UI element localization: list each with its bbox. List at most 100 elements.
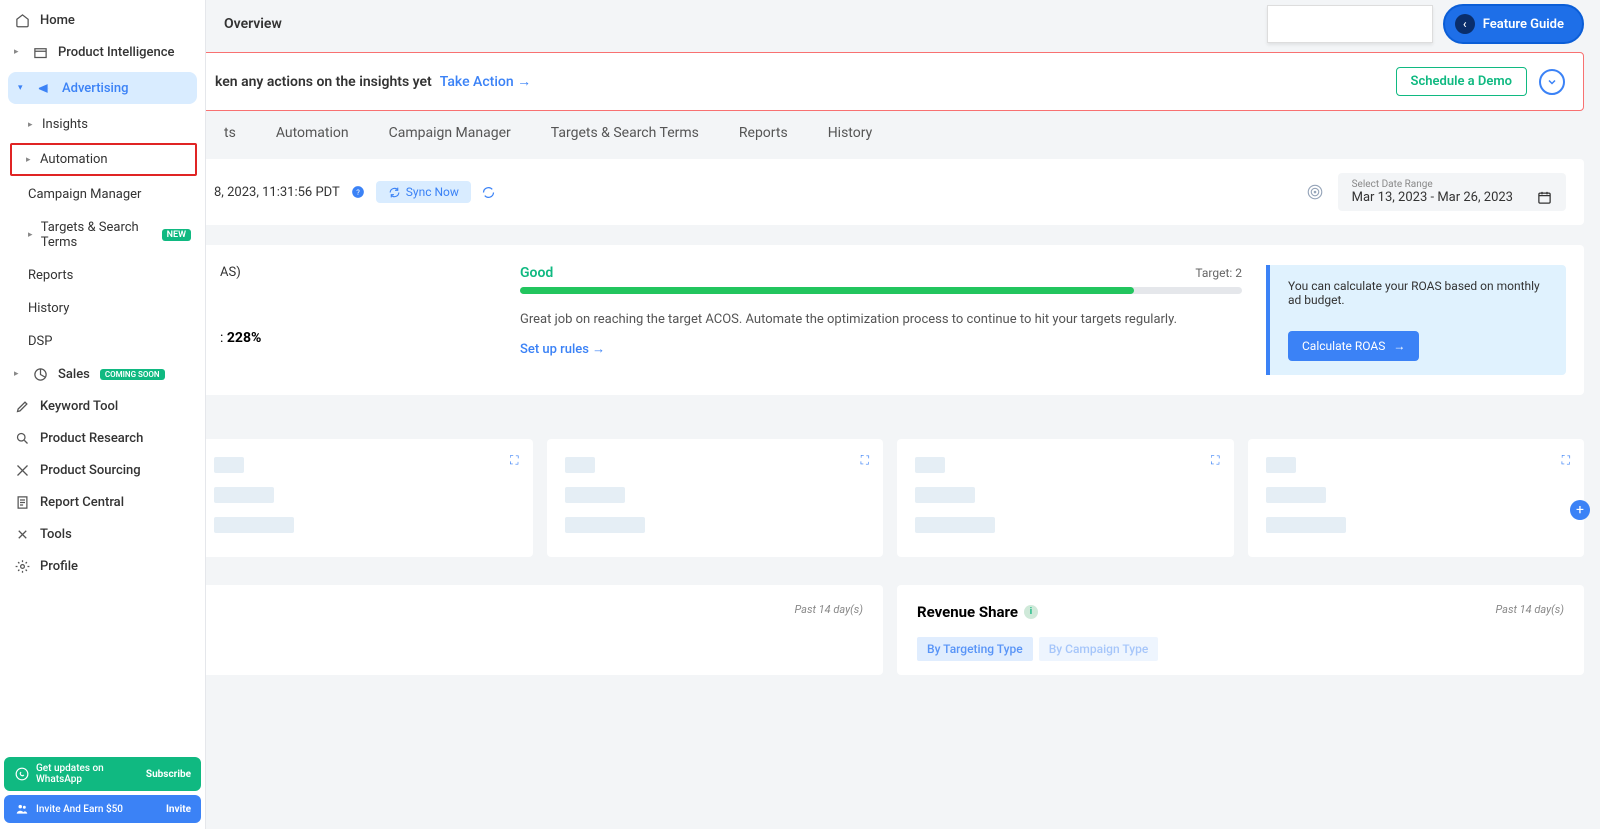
bottom-card-left: Past 14 day(s) (196, 585, 883, 675)
tab-reports[interactable]: Reports (739, 125, 788, 141)
stat-card: ⛶ (196, 439, 533, 557)
whatsapp-icon (14, 766, 30, 782)
search-icon (14, 430, 30, 446)
sub-insights[interactable]: ▸ Insights (0, 108, 205, 141)
invite-promo[interactable]: Invite And Earn $50 Invite (4, 795, 201, 823)
invite-btn[interactable]: Invite (166, 804, 191, 815)
skeleton (915, 517, 995, 533)
nav-keyword-tool[interactable]: Keyword Tool (0, 390, 205, 422)
target-label: Target: 2 (1195, 266, 1242, 280)
nav-home[interactable]: Home (0, 4, 205, 36)
sub-history[interactable]: History (0, 292, 205, 325)
calculate-roas-button[interactable]: Calculate ROAS → (1288, 331, 1419, 361)
expand-icon[interactable]: ⛶ (861, 453, 869, 468)
spend-value: 228% (227, 330, 261, 346)
sync-right: Select Date Range Mar 13, 2023 - Mar 26,… (1306, 173, 1566, 211)
progress-bar (520, 287, 1242, 294)
schedule-demo-button[interactable]: Schedule a Demo (1396, 67, 1527, 96)
arrow-right-icon: → (1393, 339, 1405, 353)
calculate-roas-label: Calculate ROAS (1302, 339, 1385, 353)
nav-report-central[interactable]: Report Central (0, 486, 205, 518)
sub-dsp-label: DSP (28, 334, 52, 349)
take-action-link[interactable]: Take Action → (440, 73, 531, 90)
chevron-down-icon: ▾ (18, 83, 26, 93)
refresh-icon[interactable] (481, 185, 496, 200)
whatsapp-promo[interactable]: Get updates on WhatsApp Subscribe (4, 757, 201, 791)
subscribe-btn[interactable]: Subscribe (146, 769, 191, 780)
skeleton (214, 457, 244, 473)
date-range-value: Mar 13, 2023 - Mar 26, 2023 (1352, 190, 1513, 205)
tab-campaign-manager[interactable]: Campaign Manager (389, 125, 511, 141)
chevron-right-icon: ▸ (28, 120, 36, 130)
sidebar: Home ▸ Product Intelligence ▾ Advertisin… (0, 0, 206, 829)
tab-automation[interactable]: Automation (276, 125, 349, 141)
setup-rules-link[interactable]: Set up rules → (520, 341, 1242, 357)
chevron-right-icon: ▸ (14, 47, 22, 57)
tab-by-campaign[interactable]: By Campaign Type (1039, 637, 1159, 661)
sub-automation[interactable]: ▸Automation (10, 143, 197, 176)
stat-cards-row: ⛶ ⛶ ⛶ ⛶ (196, 439, 1584, 557)
past-days-text: Past 14 day(s) (794, 603, 863, 616)
tab-by-targeting[interactable]: By Targeting Type (917, 637, 1033, 661)
summary-mid: Good Target: 2 Great job on reaching the… (496, 265, 1266, 375)
help-icon[interactable]: ? (350, 184, 366, 200)
skeleton (565, 487, 625, 503)
insight-text: Great job on reaching the target ACOS. A… (520, 312, 1242, 327)
date-range-picker[interactable]: Select Date Range Mar 13, 2023 - Mar 26,… (1338, 173, 1566, 211)
account-selector[interactable] (1267, 5, 1433, 43)
calendar-icon (1537, 190, 1552, 205)
add-widget-button[interactable]: + (1570, 500, 1590, 520)
nav-product-sourcing[interactable]: Product Sourcing (0, 454, 205, 486)
skeleton (565, 517, 645, 533)
tab-insights[interactable]: ts (224, 125, 236, 141)
revenue-share-title: Revenue Share (917, 603, 1018, 621)
tools-icon (14, 526, 30, 542)
whatsapp-text: Get updates on WhatsApp (36, 763, 146, 785)
sub-reports-label: Reports (28, 268, 73, 283)
nav-advertising-label: Advertising (62, 81, 128, 96)
feature-guide-button[interactable]: ‹ Feature Guide (1443, 4, 1584, 44)
page-title: Overview (196, 16, 282, 32)
sub-targets[interactable]: ▸Targets & Search TermsNEW (0, 211, 205, 259)
sync-timestamp: 8, 2023, 11:31:56 PDT (214, 185, 340, 200)
nav-sales[interactable]: ▸ Sales COMING SOON (0, 358, 205, 390)
sub-history-label: History (28, 301, 69, 316)
summary-card: AS) : 228% Good Target: 2 Great job on r… (196, 245, 1584, 395)
skeleton (1266, 517, 1346, 533)
pen-icon (14, 398, 30, 414)
roas-label: AS) (220, 265, 472, 280)
revenue-share-title-row: Revenue Share i (917, 603, 1495, 621)
sidebar-bottom: Get updates on WhatsApp Subscribe Invite… (4, 757, 201, 823)
stat-card: ⛶ (897, 439, 1234, 557)
chevron-right-icon: ▸ (28, 230, 35, 240)
chevron-right-icon: ▸ (26, 155, 34, 165)
nav-product-research[interactable]: Product Research (0, 422, 205, 454)
stat-card: ⛶ (547, 439, 884, 557)
sync-bar: 8, 2023, 11:31:56 PDT ? Sync Now Select … (196, 159, 1584, 225)
nav-advertising[interactable]: ▾ Advertising (8, 72, 197, 104)
nav-tools[interactable]: Tools (0, 518, 205, 550)
sync-now-button[interactable]: Sync Now (376, 181, 471, 203)
skeleton (915, 457, 945, 473)
sub-campaign-manager[interactable]: Campaign Manager (0, 178, 205, 211)
expand-banner-button[interactable] (1539, 69, 1565, 95)
sub-dsp[interactable]: DSP (0, 325, 205, 358)
sub-reports[interactable]: Reports (0, 259, 205, 292)
sync-now-label: Sync Now (406, 185, 459, 199)
spend-label: : (220, 330, 227, 346)
tab-targets[interactable]: Targets & Search Terms (551, 125, 699, 141)
bottom-cards-row: Past 14 day(s) Past 14 day(s) Revenue Sh… (196, 585, 1584, 675)
target-icon[interactable] (1306, 183, 1324, 201)
nav-profile[interactable]: Profile (0, 550, 205, 582)
expand-icon[interactable]: ⛶ (510, 453, 518, 468)
revenue-share-card: Past 14 day(s) Revenue Share i By Target… (897, 585, 1584, 675)
roas-tip-text: You can calculate your ROAS based on mon… (1288, 279, 1548, 307)
expand-icon[interactable]: ⛶ (1211, 453, 1219, 468)
banner-left: ken any actions on the insights yet Take… (215, 73, 531, 90)
expand-icon[interactable]: ⛶ (1562, 453, 1570, 468)
date-range-label: Select Date Range (1352, 179, 1552, 190)
tab-history[interactable]: History (828, 125, 873, 141)
sub-insights-label: Insights (42, 117, 88, 132)
info-icon[interactable]: i (1024, 605, 1038, 619)
nav-product-intel[interactable]: ▸ Product Intelligence (0, 36, 205, 68)
